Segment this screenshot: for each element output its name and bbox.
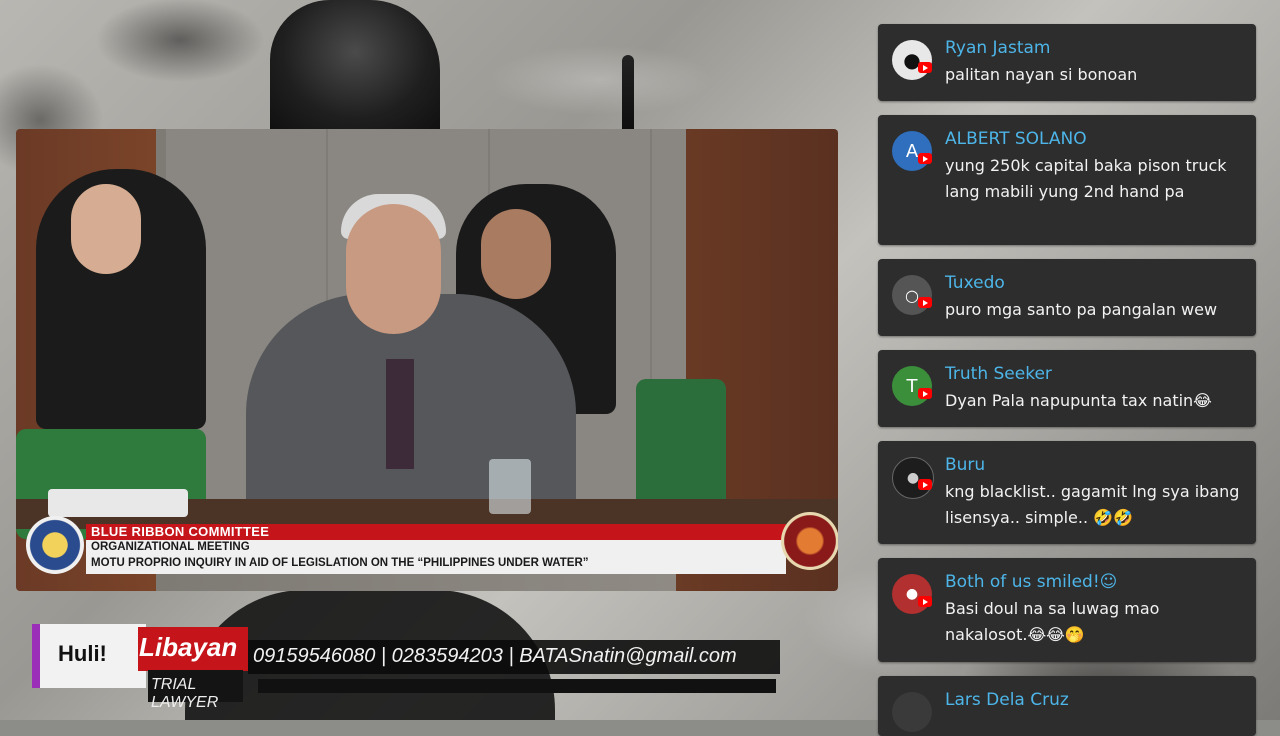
- speaker-face: [346, 204, 441, 334]
- chat-author: Both of us smiled!☺: [945, 572, 1118, 592]
- chat-message: ○ Tuxedo puro mga santo pa pangalan wew: [878, 259, 1256, 336]
- youtube-icon: [918, 62, 932, 73]
- youtube-icon: [918, 388, 932, 399]
- chat-author: Buru: [945, 455, 986, 475]
- chat-message: ● Both of us smiled!☺ Basi doul na sa lu…: [878, 558, 1256, 662]
- avatar: ○: [892, 275, 932, 315]
- chat-author: Tuxedo: [945, 273, 1005, 293]
- tissue-box: [48, 489, 188, 517]
- avatar: ●: [892, 574, 932, 614]
- senate-seal-icon: [26, 516, 84, 574]
- lady-justice-statue: [270, 0, 440, 130]
- person-face: [481, 209, 551, 299]
- avatar: [892, 692, 932, 732]
- chat-message: ● Ryan Jastam palitan nayan si bonoan: [878, 24, 1256, 101]
- avatar: ●: [892, 40, 932, 80]
- name-box: Libayan: [138, 627, 248, 671]
- speaker-tie: [386, 359, 414, 469]
- video-player[interactable]: BLUE RIBBON COMMITTEE ORGANIZATIONAL MEE…: [16, 129, 838, 591]
- huli-label: Huli!: [58, 641, 107, 666]
- avatar: A: [892, 131, 932, 171]
- chat-message: ● Buru kng blacklist.. gagamit lng sya i…: [878, 441, 1256, 544]
- committee-seal-icon: [781, 512, 838, 570]
- chat-author: Lars Dela Cruz: [945, 690, 1069, 710]
- chat-text: Basi doul na sa luwag mao nakalosot.😂😂🤭: [945, 599, 1160, 644]
- contact-info: 09159546080 | 0283594203 | BATASnatin@gm…: [253, 645, 737, 667]
- lower-third: BLUE RIBBON COMMITTEE ORGANIZATIONAL MEE…: [16, 512, 838, 591]
- chat-text: puro mga santo pa pangalan wew: [945, 300, 1218, 319]
- chat-text: Dyan Pala napupunta tax natin😂: [945, 391, 1212, 410]
- meeting-type: ORGANIZATIONAL MEETING: [91, 541, 250, 553]
- youtube-icon: [918, 153, 932, 164]
- huli-tag: Huli!: [32, 624, 146, 688]
- chat-text: yung 250k capital baka pison truck lang …: [945, 156, 1227, 201]
- chat-author: Ryan Jastam: [945, 38, 1051, 58]
- chat-author: ALBERT SOLANO: [945, 129, 1087, 149]
- youtube-icon: [918, 596, 932, 607]
- spire-ornament: [622, 55, 634, 130]
- chat-author: Truth Seeker: [945, 364, 1052, 384]
- chat-text: kng blacklist.. gagamit lng sya ibang li…: [945, 482, 1240, 527]
- chat-message: A ALBERT SOLANO yung 250k capital baka p…: [878, 115, 1256, 245]
- divider-bar: [258, 679, 776, 693]
- chat-message: T Truth Seeker Dyan Pala napupunta tax n…: [878, 350, 1256, 427]
- avatar: T: [892, 366, 932, 406]
- youtube-icon: [918, 297, 932, 308]
- chat-message: Lars Dela Cruz: [878, 676, 1256, 736]
- committee-title: BLUE RIBBON COMMITTEE: [91, 524, 270, 539]
- role-box: TRIAL LAWYER: [148, 670, 243, 711]
- lawyer-name: Libayan: [139, 632, 238, 662]
- person-face: [71, 184, 141, 274]
- water-glass: [489, 459, 531, 514]
- avatar: ●: [892, 457, 934, 499]
- live-chat-panel: ● Ryan Jastam palitan nayan si bonoan A …: [878, 0, 1258, 736]
- contact-bar: 09159546080 | 0283594203 | BATASnatin@gm…: [248, 640, 780, 674]
- lawyer-role: TRIAL LAWYER: [151, 676, 219, 711]
- youtube-icon: [918, 479, 932, 490]
- inquiry-subject: MOTU PROPRIO INQUIRY IN AID OF LEGISLATI…: [91, 557, 589, 569]
- chat-text: palitan nayan si bonoan: [945, 65, 1138, 84]
